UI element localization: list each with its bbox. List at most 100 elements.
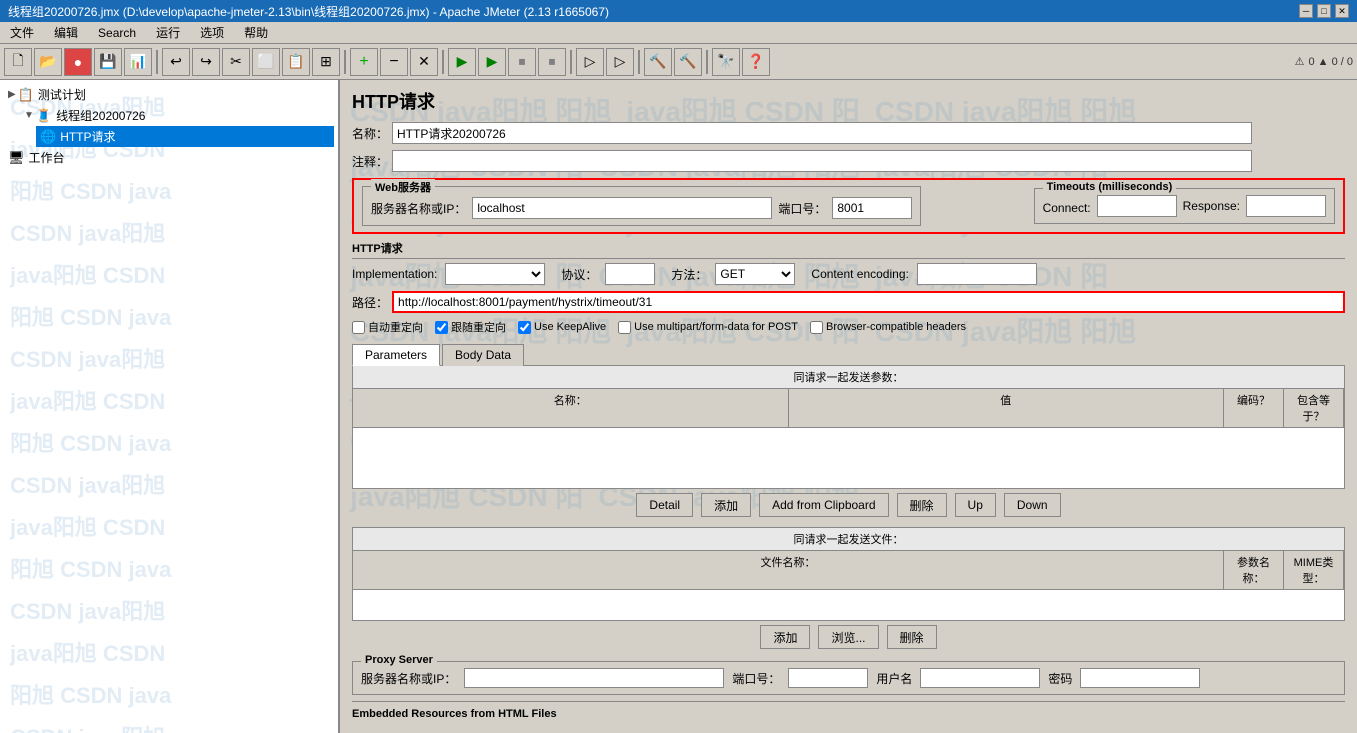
browser-headers-input[interactable] — [810, 321, 823, 334]
maximize-button[interactable]: □ — [1317, 4, 1331, 18]
proxy-server-input[interactable] — [464, 668, 724, 688]
add-clipboard-button[interactable]: Add from Clipboard — [759, 493, 888, 517]
path-input[interactable] — [392, 291, 1345, 313]
name-input[interactable] — [392, 122, 1252, 144]
toolbar-hammer2[interactable]: 🔨 — [674, 48, 702, 76]
proxy-port-label: 端口号： — [732, 670, 780, 687]
tree-item-threadgroup[interactable]: ▼ 🧵 线程组20200726 — [20, 105, 334, 126]
threadgroup-icon: 🧵 — [36, 108, 52, 124]
files-col-mime: MIME类型： — [1284, 551, 1344, 589]
menu-options[interactable]: 选项 — [194, 22, 230, 43]
server-timeout-box: Web服务器 服务器名称或IP： 端口号： Timeouts (millisec… — [352, 178, 1345, 234]
toolbar-help-btn[interactable]: ❓ — [742, 48, 770, 76]
proxy-pass-input[interactable] — [1080, 668, 1200, 688]
protocol-label: 协议： — [561, 266, 597, 283]
params-col-equals: 包含等于？ — [1284, 389, 1344, 427]
menu-edit[interactable]: 编辑 — [48, 22, 84, 43]
comment-input[interactable] — [392, 150, 1252, 172]
proxy-port-input[interactable] — [788, 668, 868, 688]
files-delete-button[interactable]: 删除 — [887, 625, 937, 649]
down-button[interactable]: Down — [1004, 493, 1061, 517]
response-input[interactable] — [1246, 195, 1326, 217]
browser-headers-checkbox[interactable]: Browser-compatible headers — [810, 321, 966, 334]
toolbar-add[interactable]: + — [350, 48, 378, 76]
implementation-select[interactable] — [445, 263, 545, 285]
detail-button[interactable]: Detail — [636, 493, 693, 517]
left-panel: CSDN java阳旭 java阳旭 CSDN 阳旭 CSDN java CSD… — [0, 80, 340, 733]
toolbar-clear2[interactable]: ✕ — [410, 48, 438, 76]
toolbar-remote-start[interactable]: ▷ — [576, 48, 604, 76]
toolbar-new[interactable]: 🗋 — [4, 48, 32, 76]
checkbox-row: 自动重定向 跟随重定向 Use KeepAlive Use multipart/… — [352, 319, 1345, 335]
files-add-button[interactable]: 添加 — [760, 625, 810, 649]
files-browse-button[interactable]: 浏览... — [818, 625, 878, 649]
toolbar-hammer1[interactable]: 🔨 — [644, 48, 672, 76]
server-name-input[interactable] — [472, 197, 772, 219]
toolbar-sep6 — [706, 50, 708, 74]
toolbar-stop-now[interactable]: ⏹ — [538, 48, 566, 76]
tab-parameters[interactable]: Parameters — [352, 344, 440, 366]
add-button[interactable]: 添加 — [701, 493, 751, 517]
toolbar-open[interactable]: 📂 — [34, 48, 62, 76]
name-row: 名称： — [352, 122, 1345, 144]
proxy-user-input[interactable] — [920, 668, 1040, 688]
keepalive-checkbox[interactable]: Use KeepAlive — [518, 321, 606, 334]
toolbar-search[interactable]: 🔭 — [712, 48, 740, 76]
tree-item-httprequest[interactable]: 🌐 HTTP请求 — [36, 126, 334, 147]
params-col-name: 名称： — [353, 389, 789, 427]
tab-bodydata[interactable]: Body Data — [442, 344, 524, 366]
delete-button[interactable]: 删除 — [897, 493, 947, 517]
follow-redirect-input[interactable] — [435, 321, 448, 334]
toolbar-stop-all[interactable]: ⏹ — [508, 48, 536, 76]
proxy-user-label: 用户名 — [876, 670, 912, 687]
title-bar: 线程组20200726.jmx (D:\develop\apache-jmete… — [0, 0, 1357, 22]
close-button[interactable]: ✕ — [1335, 4, 1349, 18]
tree-item-workbench[interactable]: 🖥 工作台 — [4, 147, 334, 168]
server-name-label: 服务器名称或IP： — [371, 200, 466, 217]
toolbar-run-start[interactable]: ▶ — [448, 48, 476, 76]
toolbar-remote-stop[interactable]: ▷ — [606, 48, 634, 76]
minimize-button[interactable]: ─ — [1299, 4, 1313, 18]
toolbar-paste[interactable]: 📋 — [282, 48, 310, 76]
proxy-row: 服务器名称或IP： 端口号： 用户名 密码 — [361, 668, 1336, 688]
workbench-icon: 🖥 — [8, 150, 25, 166]
files-col-name: 文件名称： — [353, 551, 1224, 589]
files-table-body — [353, 590, 1344, 620]
toolbar-save[interactable]: 💾 — [94, 48, 122, 76]
protocol-input[interactable] — [605, 263, 655, 285]
menu-bar: 文件 编辑 Search 运行 选项 帮助 — [0, 22, 1357, 44]
menu-search[interactable]: Search — [92, 24, 142, 42]
tree-item-testplan[interactable]: ▶ 📋 测试计划 — [4, 84, 334, 105]
method-label: 方法： — [671, 266, 707, 283]
auto-redirect-checkbox[interactable]: 自动重定向 — [352, 319, 423, 335]
connect-input[interactable] — [1097, 195, 1177, 217]
connect-label: Connect: — [1043, 201, 1091, 215]
toolbar-copy[interactable]: ⬜ — [252, 48, 280, 76]
toolbar-remove[interactable]: − — [380, 48, 408, 76]
proxy-title: Proxy Server — [361, 654, 437, 666]
follow-redirect-checkbox[interactable]: 跟随重定向 — [435, 319, 506, 335]
toolbar-undo[interactable]: ↩ — [162, 48, 190, 76]
method-select[interactable]: GET POST — [715, 263, 795, 285]
toolbar-export[interactable]: 📊 — [124, 48, 152, 76]
menu-help[interactable]: 帮助 — [238, 22, 274, 43]
menu-run[interactable]: 运行 — [150, 22, 186, 43]
files-buttons-row: 添加 浏览... 删除 — [352, 621, 1345, 653]
main-container: CSDN java阳旭 java阳旭 CSDN 阳旭 CSDN java CSD… — [0, 80, 1357, 733]
keepalive-input[interactable] — [518, 321, 531, 334]
toolbar-cut[interactable]: ✂ — [222, 48, 250, 76]
toolbar-stop-indicator[interactable]: ● — [64, 48, 92, 76]
encoding-input[interactable] — [917, 263, 1037, 285]
path-row: 路径： — [352, 291, 1345, 313]
menu-file[interactable]: 文件 — [4, 22, 40, 43]
toolbar-redo[interactable]: ↪ — [192, 48, 220, 76]
toolbar-run-start2[interactable]: ▶ — [478, 48, 506, 76]
up-button[interactable]: Up — [955, 493, 996, 517]
multipart-input[interactable] — [618, 321, 631, 334]
response-label: Response: — [1183, 199, 1240, 213]
auto-redirect-input[interactable] — [352, 321, 365, 334]
toolbar-expand[interactable]: ⊞ — [312, 48, 340, 76]
multipart-checkbox[interactable]: Use multipart/form-data for POST — [618, 321, 798, 334]
window-controls: ─ □ ✕ — [1299, 4, 1349, 18]
port-input[interactable] — [832, 197, 912, 219]
